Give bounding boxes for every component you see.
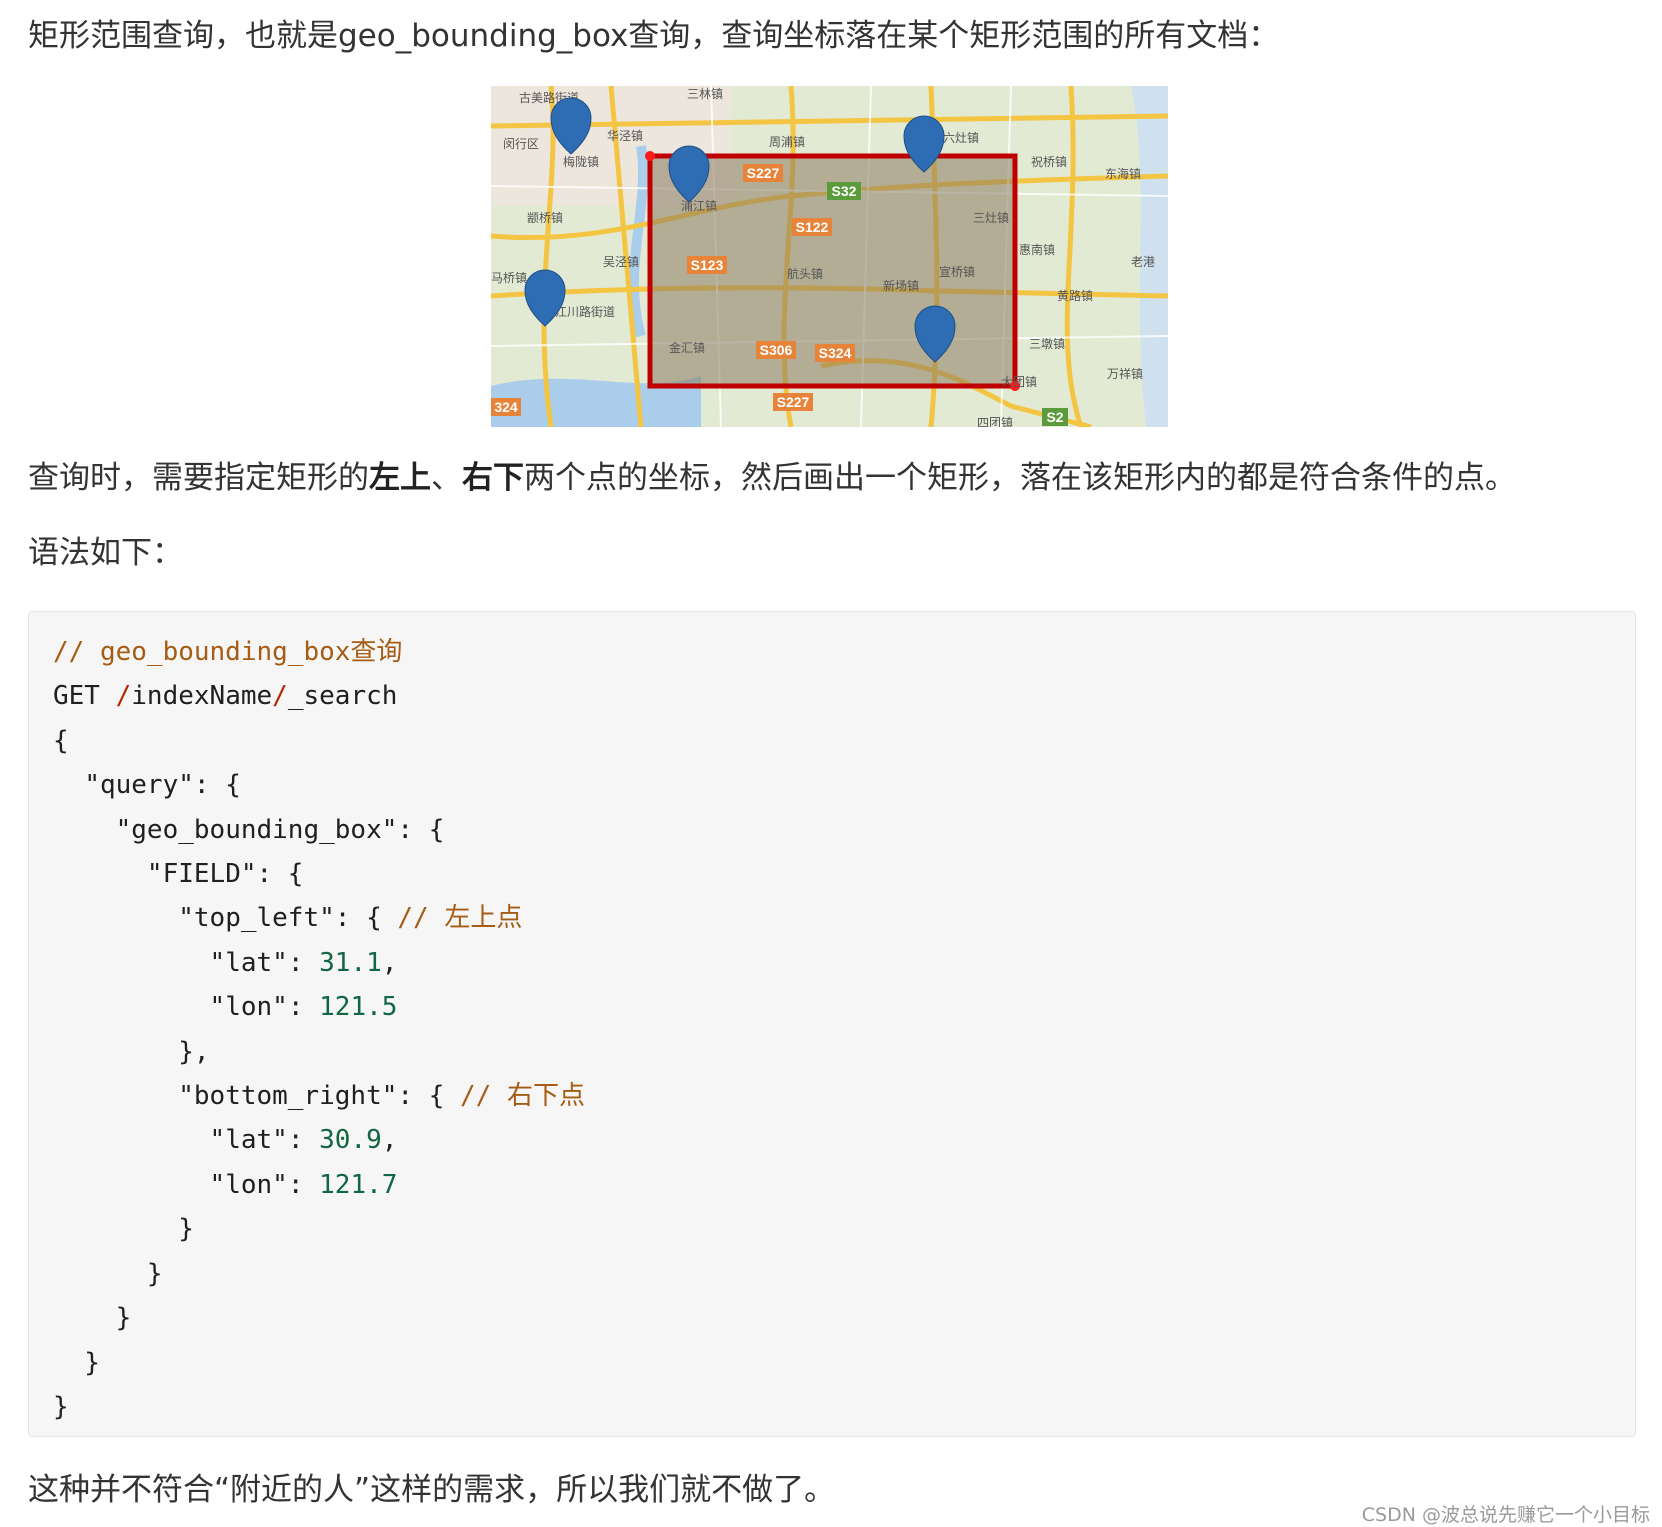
svg-text:S123: S123 <box>691 257 724 273</box>
svg-text:324: 324 <box>494 399 518 415</box>
svg-text:S227: S227 <box>777 394 810 410</box>
road-shield: S122 <box>792 218 832 236</box>
json-key: "FIELD" <box>146 859 257 890</box>
code-comment: // 右下点 <box>460 1081 585 1112</box>
place-label: 江川路街道 <box>555 304 615 319</box>
place-label: 惠南镇 <box>1019 242 1055 257</box>
svg-text:S306: S306 <box>760 342 793 358</box>
csdn-watermark: CSDN @波总说先赚它一个小目标 <box>1361 1504 1650 1526</box>
closing-paragraph: 这种并不符合“附近的人”这样的需求，所以我们就不做了。 <box>28 1472 836 1508</box>
json-number: 31.1 <box>319 947 382 978</box>
road-shield: S32 <box>827 182 861 200</box>
road-shield: 324 <box>491 398 521 416</box>
json-key: "lat" <box>209 1125 288 1156</box>
place-label: 万祥镇 <box>1107 367 1143 381</box>
place-label: 浦江镇 <box>681 199 717 213</box>
top-left-corner-dot <box>645 151 655 161</box>
text-span: 、 <box>431 460 462 496</box>
place-label: 大团镇 <box>1001 375 1037 389</box>
svg-text:S2: S2 <box>1046 409 1063 425</box>
path-search: _search <box>287 681 398 712</box>
place-label: 吴泾镇 <box>603 255 639 269</box>
code-text: // geo_bounding_box查询 GET /indexName/_se… <box>53 637 585 1422</box>
place-label: 宣桥镇 <box>939 264 975 279</box>
intro-paragraph: 矩形范围查询，也就是geo_bounding_box查询，查询坐标落在某个矩形范… <box>28 18 1280 54</box>
bounding-box-map-figure: S227 S32 S122 S123 S306 S324 S227 324 S2… <box>491 86 1168 427</box>
place-label: 航头镇 <box>787 266 823 281</box>
code-comment: // 左上点 <box>397 903 523 934</box>
place-label: 三灶镇 <box>973 211 1009 225</box>
json-key: "lat" <box>209 947 288 978</box>
svg-text:S32: S32 <box>832 183 857 199</box>
syntax-heading: 语法如下： <box>28 535 183 571</box>
road-shield: S306 <box>756 341 796 359</box>
place-label: 三林镇 <box>687 87 723 101</box>
text-span: 两个点的坐标，然后画出一个矩形，落在该矩形内的都是符合条件的点。 <box>524 460 1516 496</box>
json-key: "lon" <box>209 1169 288 1200</box>
road-shield: S2 <box>1042 408 1068 426</box>
text-span: 查询时，需要指定矩形的 <box>28 460 369 496</box>
json-key: "query" <box>84 770 194 801</box>
bold-bottom-right: 右下 <box>462 460 524 496</box>
json-key: "geo_bounding_box" <box>115 814 398 845</box>
json-key: "top_left" <box>178 903 335 934</box>
place-label: 梅陇镇 <box>563 154 599 169</box>
code-block: // geo_bounding_box查询 GET /indexName/_se… <box>28 611 1636 1437</box>
http-method: GET <box>53 681 100 712</box>
svg-text:S324: S324 <box>819 345 852 361</box>
place-label: 老港 <box>1131 255 1155 269</box>
json-key: "bottom_right" <box>178 1081 398 1112</box>
map-svg: S227 S32 S122 S123 S306 S324 S227 324 S2… <box>491 86 1168 427</box>
instruction-paragraph: 查询时，需要指定矩形的左上、右下两个点的坐标，然后画出一个矩形，落在该矩形内的都… <box>28 456 1516 500</box>
bold-top-left: 左上 <box>369 460 431 496</box>
place-label: 周浦镇 <box>769 135 805 149</box>
road-shield: S123 <box>687 256 727 274</box>
json-key: "lon" <box>209 992 288 1023</box>
svg-text:S122: S122 <box>796 219 829 235</box>
place-label: 祝桥镇 <box>1031 155 1067 169</box>
place-label: 东海镇 <box>1105 166 1141 181</box>
place-label: 四团镇 <box>977 416 1013 427</box>
road-shield: S227 <box>743 164 783 182</box>
place-label: 金汇镇 <box>669 340 705 355</box>
place-label: 颛桥镇 <box>527 211 563 225</box>
json-number: 30.9 <box>319 1125 382 1156</box>
path-index: indexName <box>131 681 273 712</box>
place-label: 新场镇 <box>883 278 919 293</box>
svg-text:S227: S227 <box>747 165 780 181</box>
place-label: 华泾镇 <box>607 129 643 143</box>
place-label: 三墩镇 <box>1029 337 1065 351</box>
road-shield: S324 <box>815 344 855 362</box>
json-number: 121.7 <box>319 1169 398 1200</box>
code-comment: // geo_bounding_box查询 <box>53 637 403 667</box>
place-label: 黄路镇 <box>1057 288 1093 303</box>
place-label: 闵行区 <box>503 136 539 151</box>
place-label: 六灶镇 <box>943 131 979 145</box>
json-number: 121.5 <box>319 992 398 1023</box>
road-shield: S227 <box>773 393 813 411</box>
place-label: 马桥镇 <box>491 271 527 285</box>
